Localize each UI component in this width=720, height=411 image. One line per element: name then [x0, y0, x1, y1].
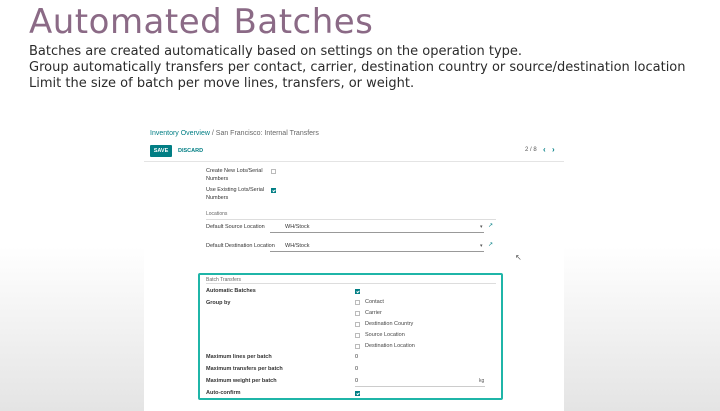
- bullet-3: Limit the size of batch per move lines, …: [29, 76, 415, 91]
- chevron-left-icon[interactable]: ‹: [543, 145, 546, 154]
- default-source-underline: [270, 232, 484, 233]
- max-weight-input[interactable]: 0: [355, 378, 358, 384]
- weight-unit-label: kg: [479, 378, 485, 384]
- mouse-cursor-icon: ↖: [515, 253, 522, 262]
- auto-confirm-checkbox[interactable]: [355, 391, 360, 396]
- chevron-down-icon[interactable]: ▾: [480, 224, 483, 230]
- group-by-label: Group by: [206, 300, 231, 306]
- odoo-form-screenshot: Inventory Overview / San Francisco: Inte…: [144, 126, 564, 411]
- automatic-batches-checkbox[interactable]: [355, 289, 360, 294]
- bullet-1: Batches are created automatically based …: [29, 44, 523, 59]
- group-by-destination-country-checkbox[interactable]: [355, 322, 360, 327]
- group-by-carrier-checkbox[interactable]: [355, 311, 360, 316]
- max-lines-label: Maximum lines per batch: [206, 354, 272, 360]
- breadcrumb-separator: /: [211, 130, 214, 137]
- breadcrumb-current: San Francisco: Internal Transfers: [215, 130, 319, 137]
- group-by-source-location-checkbox[interactable]: [355, 333, 360, 338]
- default-destination-input[interactable]: WH/Stock: [285, 243, 309, 249]
- create-lots-checkbox[interactable]: [271, 169, 276, 174]
- group-by-destination-country-label: Destination Country: [365, 321, 414, 327]
- external-link-icon[interactable]: ↗: [488, 222, 493, 229]
- slide-bullets: Batches are created automatically based …: [29, 44, 709, 92]
- group-by-destination-location-checkbox[interactable]: [355, 344, 360, 349]
- default-destination-underline: [270, 251, 484, 252]
- default-source-label: Default Source Location: [206, 224, 265, 230]
- use-existing-lots-checkbox[interactable]: [271, 188, 276, 193]
- discard-button[interactable]: DISCARD: [178, 148, 203, 154]
- toolbar-divider: [144, 161, 564, 162]
- slide-title: Automated Batches: [29, 2, 374, 42]
- auto-confirm-label: Auto-confirm: [206, 390, 241, 396]
- group-by-contact-label: Contact: [365, 299, 384, 305]
- default-destination-label: Default Destination Location: [206, 243, 275, 249]
- group-by-contact-checkbox[interactable]: [355, 300, 360, 305]
- max-transfers-label: Maximum transfers per batch: [206, 366, 283, 372]
- group-by-destination-location-label: Destination Location: [365, 343, 415, 349]
- max-transfers-input[interactable]: 0: [355, 366, 358, 372]
- chevron-right-icon[interactable]: ›: [552, 145, 555, 154]
- breadcrumb-inventory-overview[interactable]: Inventory Overview: [150, 130, 210, 137]
- group-by-carrier-label: Carrier: [365, 310, 382, 316]
- chevron-down-icon[interactable]: ▾: [480, 243, 483, 249]
- locations-section-title: Locations: [206, 211, 228, 217]
- bullet-2: Group automatically transfers per contac…: [29, 60, 686, 75]
- max-weight-label: Maximum weight per batch: [206, 378, 277, 384]
- breadcrumb: Inventory Overview / San Francisco: Inte…: [150, 130, 319, 137]
- max-weight-underline: [355, 386, 485, 387]
- use-existing-lots-label: Use Existing Lots/Serial Numbers: [206, 187, 265, 201]
- group-by-source-location-label: Source Location: [365, 332, 405, 338]
- batch-transfers-separator: [206, 283, 496, 284]
- create-lots-label: Create New Lots/Serial Numbers: [206, 168, 263, 182]
- save-button[interactable]: SAVE: [150, 145, 172, 157]
- locations-separator: [206, 219, 496, 220]
- automatic-batches-label: Automatic Batches: [206, 288, 256, 294]
- default-source-input[interactable]: WH/Stock: [285, 224, 309, 230]
- external-link-icon[interactable]: ↗: [488, 241, 493, 248]
- max-lines-input[interactable]: 0: [355, 354, 358, 360]
- pager-counter: 2 / 8: [525, 147, 537, 153]
